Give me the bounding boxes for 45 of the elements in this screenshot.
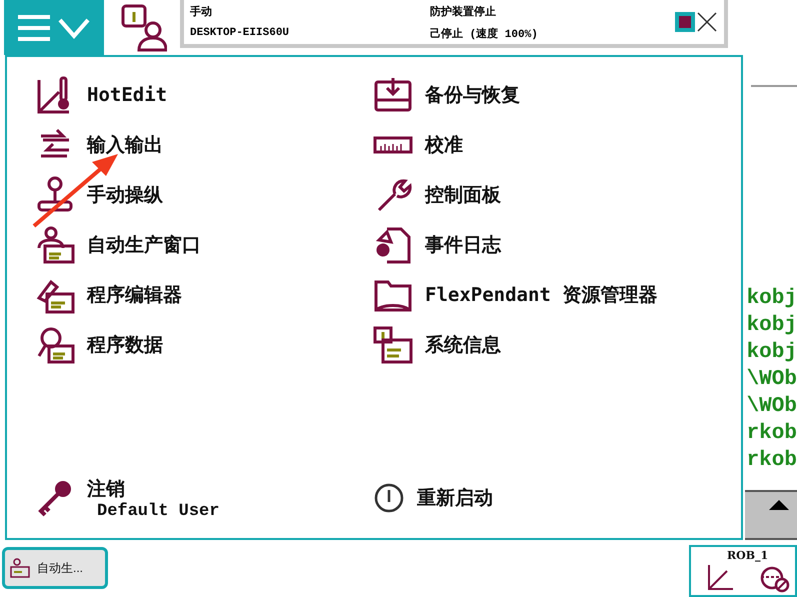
user-window-icon bbox=[35, 226, 75, 264]
system-name: DESKTOP-EIIS60U bbox=[190, 27, 290, 39]
menu-item[interactable]: 校准 bbox=[369, 125, 467, 165]
robot-name: ROB_1 bbox=[727, 549, 768, 562]
user-window-icon bbox=[9, 558, 31, 578]
coordinate-axes-icon bbox=[705, 563, 735, 593]
code-fragment: kobj bbox=[746, 314, 797, 338]
menu-item[interactable]: 备份与恢复 bbox=[369, 75, 524, 115]
menu-item[interactable]: 控制面板 bbox=[369, 175, 505, 215]
code-fragment: kobj bbox=[746, 287, 797, 311]
close-icon[interactable] bbox=[674, 11, 718, 33]
menu-item[interactable]: HotEdit bbox=[31, 75, 172, 115]
code-fragment: \WOb bbox=[746, 368, 797, 392]
user-name: Default User bbox=[97, 502, 220, 520]
robot-status-panel[interactable]: ROB_1 bbox=[689, 545, 797, 597]
info-user-icon bbox=[121, 4, 167, 52]
disabled-motor-icon bbox=[759, 565, 791, 593]
menu-button[interactable] bbox=[4, 0, 104, 55]
code-fragment: kobj bbox=[746, 341, 797, 365]
log-off-button[interactable]: 注销 Default User bbox=[31, 478, 224, 518]
code-fragment: \WOb bbox=[746, 395, 797, 419]
restart-button[interactable]: 重新启动 bbox=[369, 478, 497, 518]
safety-status: 防护装置停止 bbox=[430, 4, 497, 18]
menu-item[interactable]: 手动操纵 bbox=[31, 175, 167, 215]
run-state: 己停止 (速度 100%) bbox=[430, 26, 539, 40]
menu-item[interactable]: FlexPendant 资源管理器 bbox=[369, 275, 662, 315]
menu-item[interactable]: 程序数据 bbox=[31, 325, 167, 365]
taskbar-button[interactable]: 自动生... bbox=[2, 547, 108, 589]
joystick-icon bbox=[35, 176, 75, 214]
code-fragment: rkob bbox=[746, 422, 797, 446]
operating-mode: 手动 bbox=[190, 4, 213, 18]
info-window-icon bbox=[373, 326, 413, 364]
menu-item[interactable]: 程序编辑器 bbox=[31, 275, 186, 315]
menu-item[interactable]: 输入输出 bbox=[31, 125, 167, 165]
menu-icon bbox=[16, 14, 92, 42]
download-tray-icon bbox=[373, 76, 413, 114]
magnifier-window-icon bbox=[35, 326, 75, 364]
document-alarm-icon bbox=[373, 226, 413, 264]
menu-item[interactable]: 事件日志 bbox=[369, 225, 505, 265]
menu-item[interactable]: 自动生产窗口 bbox=[31, 225, 205, 265]
power-icon bbox=[373, 482, 405, 514]
menu-item[interactable]: 系统信息 bbox=[369, 325, 505, 365]
scroll-up-button[interactable] bbox=[744, 490, 797, 540]
up-triangle-icon bbox=[769, 500, 789, 510]
code-fragment: rkob bbox=[746, 449, 797, 473]
